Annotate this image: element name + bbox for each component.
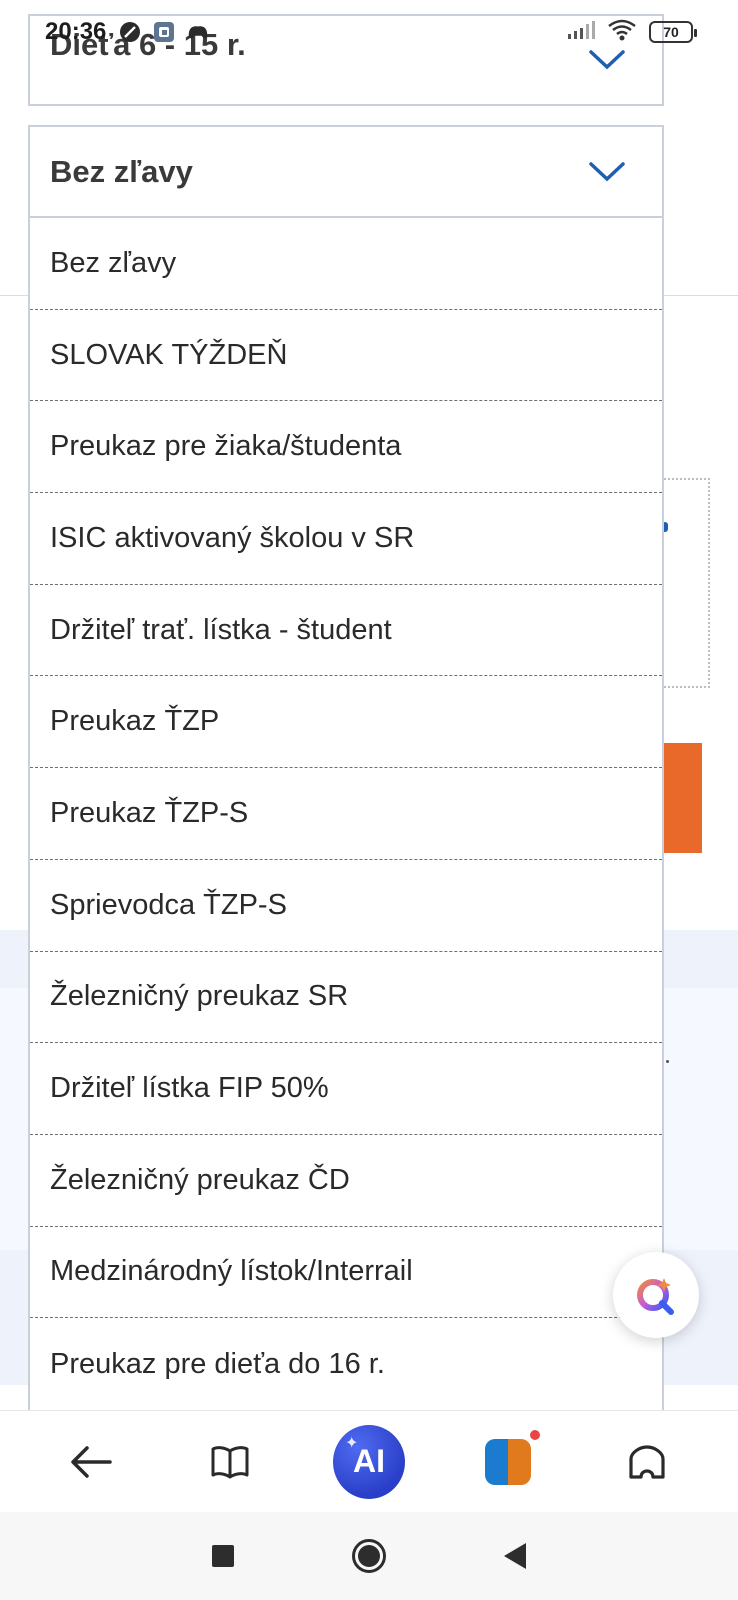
status-time: 20:36 [45,18,107,45]
discount-select[interactable]: Bez zľavy [28,125,664,218]
dropdown-option[interactable]: Bez zľavy [30,218,662,310]
dropdown-option[interactable]: SLOVAK TÝŽDEŇ [30,310,662,402]
system-navigation-bar [0,1512,738,1600]
dropdown-option[interactable]: Preukaz pre žiaka/študenta [30,401,662,494]
dropdown-option[interactable]: Medzinárodný lístok/Interrail [30,1227,662,1319]
game-app-icon [484,1438,531,1485]
dropdown-option[interactable]: Preukaz pre dieťa do 16 r. [30,1318,662,1410]
moon-icon [118,20,142,44]
ai-assistant-button[interactable]: ✦ AI [332,1424,405,1499]
notification-dot [529,1429,540,1440]
discount-value: Bez zľavy [50,153,193,189]
dropdown-option[interactable]: Držiteľ trať. lístka - študent [30,585,662,677]
dropdown-option[interactable]: Železničný preukaz ČD [30,1135,662,1227]
chevron-down-icon [589,161,625,181]
ai-assistant-icon: ✦ AI [332,1424,405,1499]
status-system-icons: 70 [567,19,697,46]
dropdown-option[interactable]: Preukaz ŤZP-S [30,768,662,860]
home-button[interactable] [611,1426,683,1498]
back-nav-icon[interactable] [504,1543,526,1569]
battery-icon: 70 [649,21,697,43]
bookmarks-button[interactable] [194,1426,266,1498]
status-bar: 20:36 70 [0,0,738,64]
dropdown-option[interactable]: Železničný preukaz SR [30,952,662,1044]
wifi-icon [607,19,637,46]
back-arrow-icon [71,1445,113,1478]
dropdown-option[interactable]: Sprievodca ŤZP-S [30,860,662,952]
book-icon [211,1445,249,1478]
signal-icon [567,20,595,45]
discount-dropdown-list: Bez zľavy SLOVAK TÝŽDEŇ Preukaz pre žiak… [28,218,664,1410]
dropdown-option[interactable]: ISIC aktivovaný školou v SR [30,493,662,585]
home-nav-icon[interactable] [352,1539,386,1573]
browser-toolbar: ✦ AI [0,1410,738,1512]
game-controller-icon [186,20,210,44]
sparkle-icon: ✦ [344,1434,359,1452]
recents-icon[interactable] [212,1545,234,1567]
search-assistant-icon [637,1278,674,1315]
dropdown-option[interactable]: Preukaz ŤZP [30,676,662,769]
gallery-icon [152,20,176,44]
background-dot [666,1060,669,1063]
game-app-button[interactable] [472,1426,544,1498]
home-icon [628,1444,665,1479]
status-notification-icons [118,20,210,44]
dropdown-option[interactable]: Držiteľ lístka FIP 50% [30,1043,662,1135]
floating-assistant-button[interactable] [613,1252,699,1338]
back-button[interactable] [55,1426,127,1498]
